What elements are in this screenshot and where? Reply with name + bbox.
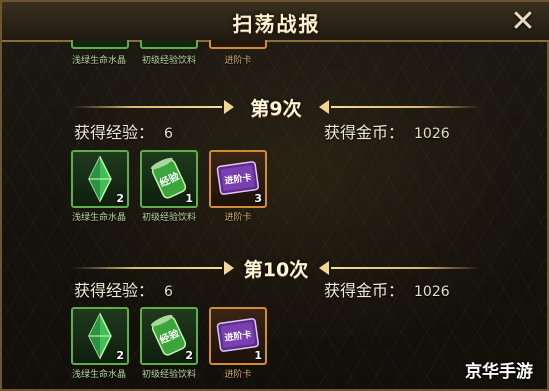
item-quantity: 3 (254, 192, 262, 205)
item-slot[interactable]: 经验 2 (140, 307, 198, 365)
gold-stat: 获得金币： 1026 (324, 119, 450, 143)
title-bar: 扫荡战报 ✕ (2, 2, 549, 42)
page-title: 扫荡战报 (232, 12, 321, 36)
exp-value: 6 (164, 126, 173, 142)
round-header: 第9次 (2, 94, 549, 120)
gold-label: 获得金币： (324, 123, 405, 142)
partial-item-frame[interactable] (71, 40, 129, 49)
divider (72, 106, 222, 108)
round-label: 第9次 (250, 98, 302, 120)
gold-value: 1026 (414, 126, 450, 142)
arrow-left-icon (319, 261, 329, 275)
item-slot[interactable]: 进阶卡 3 (209, 150, 267, 208)
item-quantity: 2 (185, 349, 193, 362)
exp-label: 获得经验： (74, 281, 155, 300)
watermark-logo: 京华手游 (455, 353, 543, 385)
close-button[interactable]: ✕ (503, 3, 543, 39)
divider (331, 267, 481, 269)
exp-value: 6 (164, 284, 173, 300)
exp-stat: 获得经验： 6 (74, 277, 173, 301)
item-name: 进阶卡 (224, 370, 252, 380)
item-slot[interactable]: 2 (71, 150, 129, 208)
item-quantity: 1 (185, 192, 193, 205)
exp-stat: 获得经验： 6 (74, 119, 173, 143)
gold-label: 获得金币： (324, 281, 405, 300)
item-name: 进阶卡 (224, 56, 252, 66)
sweep-report-panel: 扫荡战报 ✕ 浅绿生命水晶 初级经验饮料 进阶卡 第9次 获得经验： 6 获得金币… (0, 0, 549, 391)
item-name: 进阶卡 (224, 213, 252, 223)
exp-label: 获得经验： (74, 123, 155, 142)
item-quantity: 2 (116, 192, 124, 205)
gold-stat: 获得金币： 1026 (324, 277, 450, 301)
partial-item-frame[interactable] (209, 40, 267, 49)
item-name: 初级经验饮料 (141, 370, 196, 380)
gold-value: 1026 (414, 284, 450, 300)
item-slot[interactable]: 进阶卡 1 (209, 307, 267, 365)
item-name: 初级经验饮料 (141, 56, 196, 66)
item-slot[interactable]: 2 (71, 307, 129, 365)
item-quantity: 1 (254, 349, 262, 362)
divider (72, 267, 222, 269)
round-label: 第10次 (243, 259, 309, 281)
item-quantity: 2 (116, 349, 124, 362)
partial-item-frame[interactable] (140, 40, 198, 49)
divider (331, 106, 481, 108)
arrow-left-icon (319, 100, 329, 114)
close-icon: ✕ (510, 3, 536, 39)
item-name: 浅绿生命水晶 (71, 370, 126, 380)
item-slot[interactable]: 经验 1 (140, 150, 198, 208)
item-name: 浅绿生命水晶 (71, 213, 126, 223)
item-name: 初级经验饮料 (141, 213, 196, 223)
item-name: 浅绿生命水晶 (71, 56, 126, 66)
